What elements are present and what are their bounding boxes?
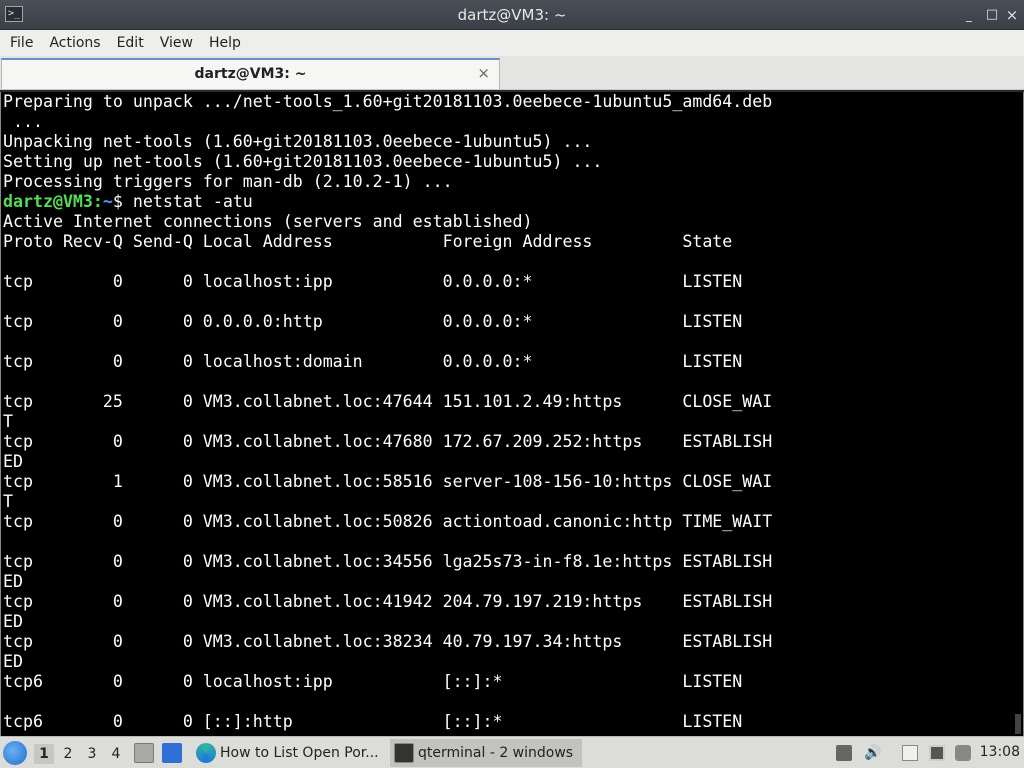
terminal-line: Active Internet connections (servers and… bbox=[3, 212, 533, 231]
terminal-line: Proto Recv-Q Send-Q Local Address Foreig… bbox=[3, 232, 733, 251]
task-qterminal-label: qterminal - 2 windows bbox=[418, 745, 574, 761]
terminal-line: tcp 0 0 VM3.collabnet.loc:38234 40.79.19… bbox=[3, 632, 773, 651]
menu-edit[interactable]: Edit bbox=[109, 35, 152, 51]
edge-browser-icon bbox=[196, 743, 216, 763]
terminal-line: Setting up net-tools (1.60+git20181103.0… bbox=[3, 152, 603, 171]
terminal-view[interactable]: Preparing to unpack .../net-tools_1.60+g… bbox=[0, 92, 1024, 736]
task-qterminal[interactable]: qterminal - 2 windows bbox=[390, 739, 582, 767]
menu-help[interactable]: Help bbox=[201, 35, 249, 51]
terminal-line: ED bbox=[3, 652, 23, 671]
tab-bar: dartz@VM3: ~ × bbox=[0, 56, 1024, 90]
terminal-icon bbox=[394, 743, 414, 763]
application-menu-icon[interactable] bbox=[3, 741, 27, 765]
prompt-symbol: $ bbox=[112, 192, 123, 211]
notes-tray-icon[interactable] bbox=[902, 745, 918, 761]
show-desktop-icon[interactable] bbox=[134, 743, 154, 763]
terminal-prompt-line: dartz@VM3:~$ netstat -atu bbox=[3, 192, 983, 212]
window-titlebar[interactable]: >_ dartz@VM3: ~ _ □ × bbox=[0, 0, 1024, 30]
scrollbar-thumb[interactable] bbox=[1015, 714, 1021, 734]
workspace-3[interactable]: 3 bbox=[82, 744, 102, 764]
menu-file[interactable]: File bbox=[2, 35, 41, 51]
terminal-line: Processing triggers for man-db (2.10.2-1… bbox=[3, 172, 453, 191]
terminal-line: tcp 0 0 VM3.collabnet.loc:47680 172.67.2… bbox=[3, 432, 773, 451]
terminal-output: Preparing to unpack .../net-tools_1.60+g… bbox=[3, 92, 983, 736]
terminal-line: T bbox=[3, 492, 13, 511]
tab-label: dartz@VM3: ~ bbox=[194, 66, 307, 82]
terminal-line: Preparing to unpack .../net-tools_1.60+g… bbox=[3, 92, 773, 111]
prompt-path: ~ bbox=[102, 192, 113, 211]
terminal-line: tcp 0 0 VM3.collabnet.loc:41942 204.79.1… bbox=[3, 592, 773, 611]
terminal-scrollbar[interactable] bbox=[1009, 92, 1023, 736]
terminal-line: ... bbox=[3, 112, 43, 131]
update-notifier-icon[interactable] bbox=[955, 745, 971, 761]
workspace-2[interactable]: 2 bbox=[58, 744, 78, 764]
terminal-line: tcp 0 0 VM3.collabnet.loc:50826 actionto… bbox=[3, 512, 773, 531]
terminal-line: tcp 0 0 0.0.0.0:http 0.0.0.0:* LISTEN bbox=[3, 312, 743, 331]
menu-view[interactable]: View bbox=[152, 35, 201, 51]
terminal-line: ED bbox=[3, 612, 23, 631]
maximize-button[interactable]: □ bbox=[985, 8, 999, 22]
terminal-line: tcp 25 0 VM3.collabnet.loc:47644 151.101… bbox=[3, 392, 773, 411]
network-icon[interactable] bbox=[929, 745, 945, 761]
terminal-line: T bbox=[3, 412, 13, 431]
window-title: dartz@VM3: ~ bbox=[457, 6, 567, 24]
terminal-line: ED bbox=[3, 452, 23, 471]
terminal-line: tcp 1 0 VM3.collabnet.loc:58516 server-1… bbox=[3, 472, 773, 491]
terminal-line: tcp 0 0 VM3.collabnet.loc:34556 lga25s73… bbox=[3, 552, 773, 571]
clipboard-tray-icon[interactable] bbox=[836, 745, 852, 761]
task-browser[interactable]: How to List Open Por... bbox=[192, 739, 388, 767]
terminal-line: tcp 0 0 localhost:ipp 0.0.0.0:* LISTEN bbox=[3, 272, 743, 291]
clock: 13:08 bbox=[979, 744, 1020, 760]
terminal-line: ED bbox=[3, 572, 23, 591]
prompt-command: netstat -atu bbox=[122, 192, 253, 211]
workspace-1[interactable]: 1 bbox=[34, 744, 54, 764]
prompt-user: dartz@VM3 bbox=[3, 192, 93, 211]
menu-actions[interactable]: Actions bbox=[41, 35, 108, 51]
tab-terminal[interactable]: dartz@VM3: ~ × bbox=[1, 58, 500, 89]
terminal-line: tcp 0 0 localhost:domain 0.0.0.0:* LISTE… bbox=[3, 352, 743, 371]
volume-icon[interactable]: 🔊 bbox=[864, 745, 881, 761]
file-manager-icon[interactable] bbox=[162, 743, 182, 763]
menu-bar: File Actions Edit View Help bbox=[0, 30, 1024, 56]
terminal-line: tcp6 0 0 [::]:http [::]:* LISTEN bbox=[3, 712, 743, 731]
terminal-line: tcp6 0 0 localhost:ipp [::]:* LISTEN bbox=[3, 672, 743, 691]
workspace-4[interactable]: 4 bbox=[106, 744, 126, 764]
task-browser-label: How to List Open Por... bbox=[220, 745, 379, 761]
taskbar: 1 2 3 4 How to List Open Por... qtermina… bbox=[0, 736, 1024, 768]
close-button[interactable]: × bbox=[1005, 8, 1019, 23]
prompt-separator: : bbox=[92, 192, 103, 211]
terminal-line: Unpacking net-tools (1.60+git20181103.0e… bbox=[3, 132, 593, 151]
tab-close-icon[interactable]: × bbox=[477, 64, 490, 82]
minimize-button[interactable]: _ bbox=[962, 8, 976, 22]
